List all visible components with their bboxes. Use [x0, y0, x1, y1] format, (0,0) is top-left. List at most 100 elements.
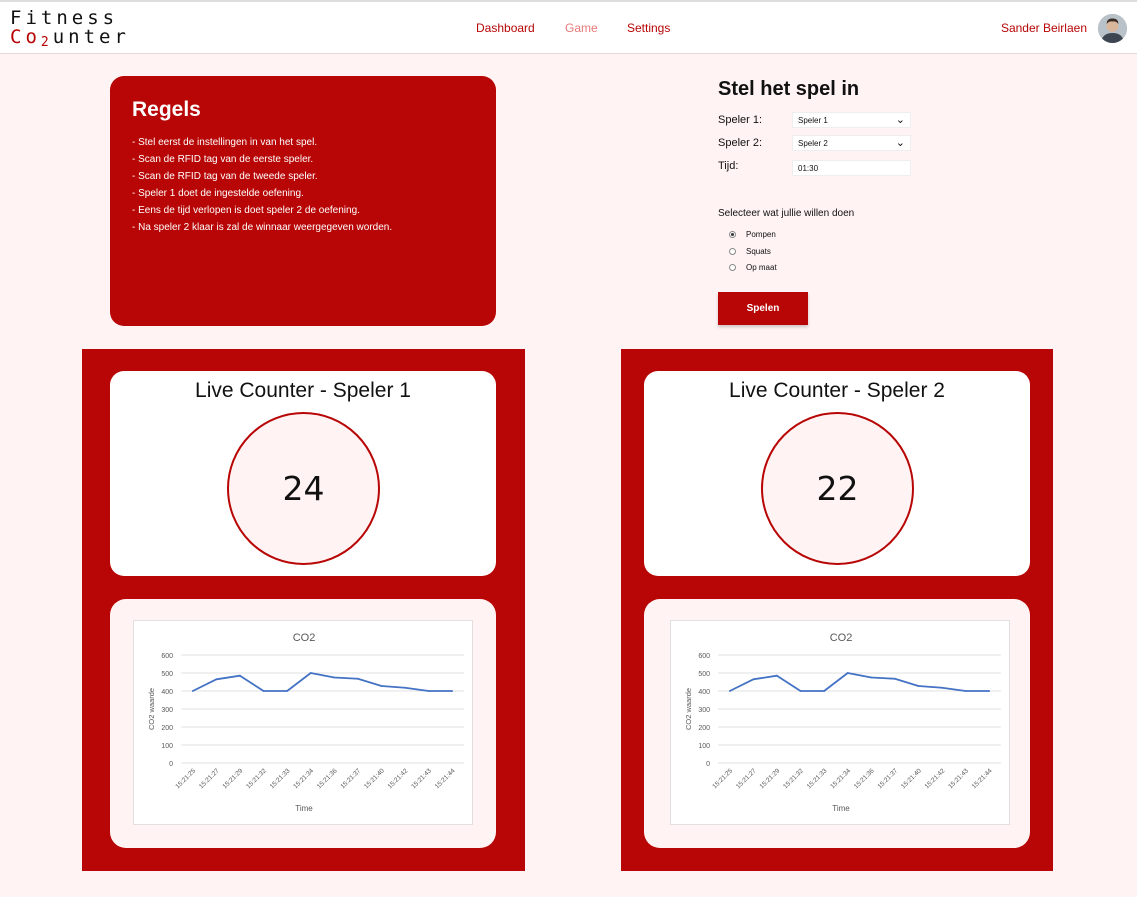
data-point — [846, 672, 849, 674]
option-label: Pompen — [746, 230, 776, 239]
x-tick-label: 15:21:42 — [387, 767, 410, 790]
player2-row: Speler 2: Speler 2 ⌄ — [718, 134, 978, 156]
avatar-person-icon — [1098, 14, 1127, 43]
player1-panel: Live Counter - Speler 1 24 CO2 0 100 200 300… — [82, 349, 525, 871]
x-tick-label: 15:21:36 — [853, 767, 876, 790]
data-point — [964, 690, 967, 692]
x-tick-label: 15:21:43 — [410, 767, 433, 790]
chevron-down-icon: ⌄ — [895, 137, 905, 149]
exercise-choice-label: Selecteer wat jullie willen doen — [718, 208, 855, 219]
live-counter-card: Live Counter - Speler 1 24 — [110, 371, 496, 576]
y-tick-label: 600 — [161, 653, 173, 660]
y-tick-label: 200 — [698, 725, 710, 732]
player1-row: Speler 1: Speler 1 ⌄ — [718, 111, 978, 133]
data-point — [799, 690, 802, 692]
navbar: Fitness Co2 unter Dashboard Game Settings… — [0, 0, 1137, 54]
y-tick-label: 0 — [169, 761, 173, 768]
x-tick-label: 15:21:34 — [292, 767, 315, 790]
counter-circle: 24 — [227, 412, 380, 565]
nav-link-game[interactable]: Game — [565, 21, 598, 35]
radio-button[interactable] — [729, 248, 736, 255]
chart-title: CO2 — [293, 632, 316, 644]
x-axis-label: Time — [832, 804, 850, 813]
data-point — [870, 676, 873, 679]
x-tick-label: 15:21:44 — [434, 767, 457, 790]
time-row: Tijd: 01:30 — [718, 157, 978, 179]
nav-link-settings[interactable]: Settings — [627, 21, 670, 35]
x-tick-label: 15:21:32 — [245, 767, 268, 790]
counter-title: Live Counter - Speler 2 — [729, 379, 945, 402]
time-label: Tijd: — [718, 160, 739, 172]
counter-value: 24 — [282, 469, 325, 508]
rules-card: Regels - Stel eerst de instellingen in v… — [110, 76, 496, 326]
player2-panel: Live Counter - Speler 2 22 CO2 0 100 200 300… — [621, 349, 1053, 871]
player2-label: Speler 2: — [718, 137, 763, 149]
y-tick-label: 200 — [161, 725, 173, 732]
x-tick-label: 15:21:37 — [876, 767, 899, 790]
user-avatar[interactable] — [1098, 14, 1127, 43]
x-axis-label: Time — [295, 804, 313, 813]
x-tick-label: 15:21:33 — [806, 767, 829, 790]
data-point — [823, 690, 826, 692]
player1-select-value: Speler 1 — [798, 116, 828, 125]
data-point — [941, 686, 943, 689]
data-point — [262, 690, 265, 692]
x-tick-label: 15:21:40 — [363, 767, 386, 790]
co2-chart: CO2 0 100 200 300 400 500 600 15:21:25 15:21:27 15… — [670, 620, 1010, 825]
option-label: Op maat — [746, 263, 777, 272]
live-counter-card: Live Counter - Speler 2 22 — [644, 371, 1030, 576]
data-point — [239, 674, 241, 677]
data-point — [286, 690, 289, 692]
user-name[interactable]: Sander Beirlaen — [1001, 21, 1087, 35]
logo-line-2: Co2 unter — [10, 28, 130, 51]
player2-select-value: Speler 2 — [798, 139, 828, 148]
y-tick-label: 500 — [698, 671, 710, 678]
player2-select[interactable]: Speler 2 ⌄ — [792, 135, 911, 151]
game-setup: Stel het spel in Speler 1: Speler 1 ⌄ Sp… — [718, 78, 978, 180]
rule-item: - Stel eerst de instellingen in van het … — [132, 137, 318, 148]
x-tick-label: 15:21:43 — [947, 767, 970, 790]
rule-item: - Scan de RFID tag van de eerste speler. — [132, 154, 314, 165]
y-tick-label: 0 — [706, 761, 710, 768]
rule-item: - Eens de tijd verlopen is doet speler 2… — [132, 205, 360, 216]
data-point — [988, 690, 991, 692]
chart-title: CO2 — [830, 632, 853, 644]
counter-circle: 22 — [761, 412, 914, 565]
data-point — [752, 678, 755, 681]
player1-select[interactable]: Speler 1 ⌄ — [792, 112, 911, 128]
data-point — [917, 685, 920, 687]
radio-button-checked[interactable] — [729, 231, 736, 238]
y-tick-label: 300 — [698, 707, 710, 714]
play-button[interactable]: Spelen — [718, 292, 808, 325]
y-tick-label: 400 — [161, 689, 173, 696]
y-tick-label: 100 — [698, 743, 710, 750]
data-point — [451, 690, 454, 692]
x-tick-label: 15:21:27 — [198, 767, 221, 790]
data-point — [356, 677, 359, 680]
y-tick-label: 300 — [161, 707, 173, 714]
y-axis-label: CO2 waarde — [684, 688, 693, 730]
co2-chart-svg: CO2010020030040050060015:21:25 15:21:27 15… — [684, 632, 1001, 813]
player1-label: Speler 1: — [718, 114, 763, 126]
data-point — [191, 690, 194, 692]
app-logo[interactable]: Fitness Co2 unter — [10, 9, 130, 51]
rules-title: Regels — [132, 98, 201, 121]
co2-chart-svg: CO2010020030040050060015:21:25 15:21:27 15… — [147, 632, 464, 813]
counter-title: Live Counter - Speler 1 — [195, 379, 411, 402]
co2-chart-card: CO2 0 100 200 300 400 500 600 15:21:25 15:21:27 15… — [110, 599, 496, 848]
radio-button[interactable] — [729, 264, 736, 271]
y-tick-label: 400 — [698, 689, 710, 696]
x-tick-label: 15:21:27 — [735, 767, 758, 790]
x-tick-label: 15:21:25 — [174, 767, 197, 790]
data-point — [893, 677, 896, 680]
x-tick-label: 15:21:34 — [829, 767, 852, 790]
x-tick-label: 15:21:29 — [222, 767, 245, 790]
y-tick-label: 600 — [698, 653, 710, 660]
x-tick-label: 15:21:44 — [971, 767, 994, 790]
x-tick-label: 15:21:29 — [759, 767, 782, 790]
time-input[interactable]: 01:30 — [792, 160, 911, 176]
x-tick-label: 15:21:32 — [782, 767, 805, 790]
logo-subscript: 2 — [40, 35, 49, 50]
rules-list: - Stel eerst de instellingen in van het … — [132, 134, 474, 236]
nav-link-dashboard[interactable]: Dashboard — [476, 21, 535, 35]
